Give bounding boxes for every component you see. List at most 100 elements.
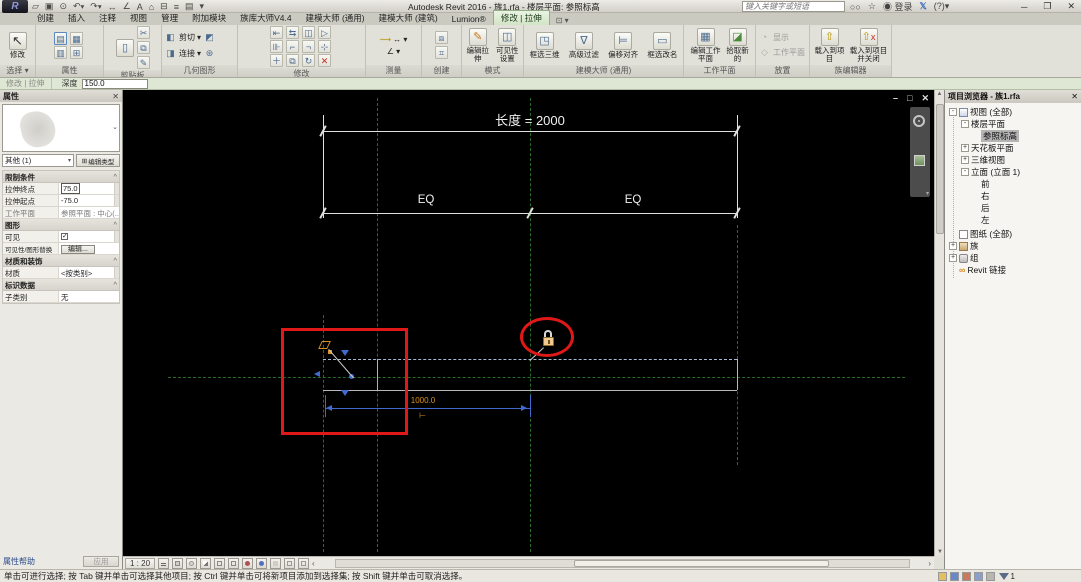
collapse-toggle[interactable]: - [949, 108, 957, 116]
visible-checkbox-cell[interactable] [59, 231, 114, 242]
editable-only-icon[interactable] [961, 571, 971, 581]
copy-icon[interactable]: ⧉ [286, 54, 299, 67]
mirror-pick-icon[interactable]: ▷ [318, 26, 331, 39]
tree-item-groups[interactable]: + 组 [949, 252, 979, 264]
trim-icon[interactable]: ⌐ [286, 40, 299, 53]
apply-button[interactable]: 应用 [83, 555, 119, 567]
offset-icon[interactable]: ⇆ [286, 26, 299, 39]
tree-item-back[interactable]: 后 [981, 202, 990, 214]
angular-dimension-button[interactable]: ∠ ▾ [387, 47, 400, 56]
expand-toggle[interactable]: + [961, 156, 969, 164]
rotate-icon[interactable]: ↻ [302, 54, 315, 67]
eq-label-left[interactable]: EQ [406, 194, 446, 206]
tree-item-views[interactable]: - 视图 (全部) [949, 106, 1012, 118]
horizontal-scrollbar-thumb[interactable] [574, 560, 829, 567]
exchange-apps-icon[interactable]: 𝕏 [919, 1, 926, 12]
detail-level-icon[interactable] [158, 557, 170, 569]
steering-wheel-icon[interactable] [913, 115, 925, 127]
visual-style-icon[interactable] [172, 557, 184, 569]
text-icon[interactable]: A [137, 2, 143, 12]
associate-param-button[interactable] [114, 267, 119, 278]
associate-param-button[interactable] [114, 231, 119, 242]
exclude-options-icon[interactable] [985, 571, 995, 581]
reference-plane-right[interactable] [737, 225, 738, 465]
tab-annotate[interactable]: 注释 [92, 11, 123, 25]
app-menu-button[interactable]: R [2, 0, 28, 13]
pick-new-plane-button[interactable]: ◪ 拾取新的 [725, 27, 751, 63]
pin-icon[interactable]: ⊹ [318, 40, 331, 53]
vertical-scrollbar[interactable]: ▲ ▼ [934, 90, 944, 556]
family-category-icon[interactable]: ▥ [54, 45, 67, 59]
associate-param-button[interactable] [114, 195, 119, 206]
type-selector[interactable]: ⌄ [2, 104, 120, 152]
press-drag-icon[interactable] [973, 571, 983, 581]
hide-analytical-icon[interactable] [298, 557, 310, 569]
tree-item-right[interactable]: 右 [981, 190, 990, 202]
tab-create[interactable]: 创建 [30, 11, 61, 25]
help-icon[interactable]: (?)▾ [934, 1, 950, 12]
extrusion-start-value[interactable]: -75.0 [59, 195, 114, 206]
extrusion-end-value[interactable]: 75.0 [59, 183, 114, 194]
tree-item-floor-plans[interactable]: - 楼层平面 [961, 118, 1005, 130]
move-icon[interactable]: ＋ [270, 54, 283, 67]
worksets-icon[interactable] [937, 571, 947, 581]
visibility-settings-button[interactable]: ◫ 可见性设置 [494, 27, 522, 63]
view-minimize-icon[interactable]: – [893, 93, 898, 104]
mirror-axis-icon[interactable]: ◫ [302, 26, 315, 39]
corner-icon[interactable]: ¬ [302, 40, 315, 53]
scroll-left-icon[interactable]: ‹ [312, 559, 315, 568]
reference-plane-left2[interactable] [377, 98, 378, 552]
copy-to-clipboard-icon[interactable]: ⧉ [137, 41, 150, 54]
advanced-filter-button[interactable]: ∇ 高级过滤 [565, 31, 602, 59]
default-3d-view-icon[interactable]: ⌂ [149, 2, 154, 12]
subcategory-value[interactable]: 无 [59, 291, 119, 302]
measure-icon[interactable]: ↔ [108, 2, 117, 12]
worksharing-display-icon[interactable] [270, 557, 282, 569]
tree-item-ref-level[interactable]: 参照标高 [981, 130, 1020, 142]
beam-join-icon[interactable]: ⊛ [203, 47, 216, 60]
exchange-star-icon[interactable]: ☆ [868, 1, 876, 12]
tree-item-front[interactable]: 前 [981, 178, 990, 190]
tree-item-revit-links[interactable]: ∞ Revit 链接 [959, 264, 1006, 276]
expand-toggle[interactable]: + [949, 254, 957, 262]
box-select-3d-button[interactable]: ◳ 框选三维 [526, 31, 563, 59]
section-identity[interactable]: 标识数据 ^ [3, 279, 119, 291]
associate-param-button[interactable] [114, 183, 119, 194]
scroll-right-icon[interactable]: › [928, 559, 931, 568]
edit-extrusion-button[interactable]: ✎ 编辑拉伸 [464, 27, 492, 63]
load-into-project-button[interactable]: ⇧ 载入到项目 [813, 27, 847, 63]
thin-lines-icon[interactable]: ≡ [174, 2, 179, 12]
measure-button[interactable]: ⟿ ↔ ▾ [380, 35, 408, 44]
align-icon[interactable]: ⇤ [270, 26, 283, 39]
section-constraints[interactable]: 限制条件 ^ [3, 171, 119, 183]
horizontal-scrollbar[interactable] [335, 559, 910, 568]
scale-button[interactable]: 1 : 20 [125, 557, 156, 569]
reveal-hidden-icon[interactable] [256, 557, 268, 569]
filter-icon[interactable] [998, 572, 1009, 580]
crop-view-icon[interactable] [214, 557, 226, 569]
family-filter-select[interactable]: 其他 (1) ▾ [2, 154, 74, 167]
properties-close-icon[interactable]: ✕ [112, 92, 119, 101]
temporary-view-icon[interactable] [284, 557, 296, 569]
material-value[interactable]: <按类别> [59, 267, 114, 278]
split-icon[interactable]: ⊪ [270, 40, 283, 53]
cut-icon[interactable]: ✂ [137, 26, 150, 39]
zoom-icon[interactable] [914, 155, 925, 166]
tab-insert[interactable]: 插入 [61, 11, 92, 25]
scroll-down-icon[interactable]: ▼ [937, 549, 943, 555]
paste-button[interactable]: ▯ [115, 38, 135, 58]
tab-modify-extrusion[interactable]: 修改 | 拉伸 [492, 10, 550, 25]
reference-plane-horizontal[interactable] [168, 377, 905, 378]
edit-work-plane-button[interactable]: ▦ 编辑工作平面 [689, 27, 723, 63]
modify-button[interactable]: ↖ 修改 [2, 31, 33, 59]
cut-geometry-button[interactable]: ◧ 剪切 ▾ ◩ [164, 31, 216, 44]
properties-help-link[interactable]: 属性帮助 [3, 556, 35, 567]
restore-button[interactable]: ❐ [1043, 1, 1051, 12]
project-browser-close-icon[interactable]: ✕ [1071, 92, 1078, 101]
sign-in-icon[interactable]: ◉ 登录 [883, 0, 913, 13]
expand-toggle[interactable]: + [949, 242, 957, 250]
panel-select-label[interactable]: 选择 ▾ [0, 65, 35, 77]
design-options-icon[interactable] [949, 571, 959, 581]
search-icon[interactable]: ○○ [850, 2, 861, 12]
tree-item-ceiling-plans[interactable]: + 天花板平面 [961, 142, 1014, 154]
